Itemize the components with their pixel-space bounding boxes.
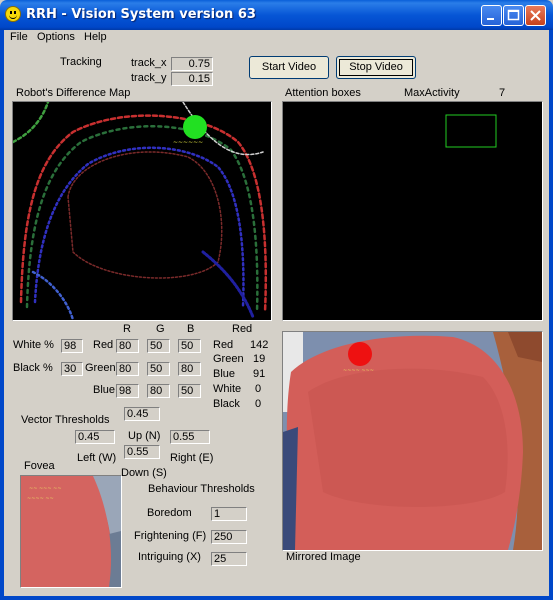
mirrored-image-view: ~~~~ ~~~	[282, 331, 543, 551]
track-y-field[interactable]: 0.15	[171, 72, 213, 86]
red-b-field[interactable]: 50	[178, 339, 201, 353]
stat-label-black: Black	[213, 398, 240, 410]
window-border-right	[549, 30, 553, 600]
boredom-label: Boredom	[147, 507, 192, 519]
header-g: G	[156, 323, 165, 335]
blue-g-field[interactable]: 80	[147, 384, 170, 398]
window-border-left	[0, 30, 4, 600]
right-label: Right (E)	[170, 452, 214, 464]
stat-value-black: 0	[255, 398, 262, 410]
green-b-field[interactable]: 80	[178, 362, 201, 376]
stat-label-white: White	[213, 383, 242, 395]
max-activity-label: MaxActivity	[404, 87, 460, 99]
tracking-marker-green	[183, 115, 207, 139]
green-r-field[interactable]: 80	[116, 362, 139, 376]
intriguing-label: Intriguing (X)	[138, 551, 201, 563]
stat-label-red: Red	[213, 339, 234, 351]
app-smiley-icon	[5, 6, 21, 22]
menu-bar: File Options Help	[4, 30, 549, 46]
attention-box	[445, 114, 497, 148]
menu-file[interactable]: File	[10, 31, 28, 43]
tracking-marker-red	[348, 342, 372, 366]
blue-r-field[interactable]: 98	[116, 384, 139, 398]
vector-thresholds-title: Vector Thresholds	[21, 414, 110, 426]
maximize-icon[interactable]	[503, 5, 524, 26]
max-activity-value: 7	[499, 87, 506, 99]
color-row-label-red: Red	[93, 339, 114, 351]
svg-text:~~~~~~: ~~~~~~	[173, 139, 203, 146]
black-percent-label: Black %	[13, 362, 53, 374]
difference-map: ~~~~~~	[12, 101, 272, 321]
header-b: B	[187, 323, 195, 335]
stat-value-white: 0	[255, 383, 262, 395]
attention-boxes-title: Attention boxes	[285, 87, 361, 99]
vector-threshold-right-field[interactable]: 0.55	[170, 430, 210, 444]
menu-help[interactable]: Help	[84, 31, 107, 43]
svg-text:~~ ~~~ ~~: ~~ ~~~ ~~	[29, 486, 62, 492]
vector-threshold-down-field[interactable]: 0.55	[124, 445, 160, 459]
svg-text:~~~~ ~~~: ~~~~ ~~~	[343, 368, 374, 374]
blue-b-field[interactable]: 50	[178, 384, 201, 398]
green-g-field[interactable]: 50	[147, 362, 170, 376]
mirrored-image-title: Mirrored Image	[286, 551, 361, 563]
header-r: R	[123, 323, 131, 335]
window-title: RRH - Vision System version 63	[26, 7, 256, 22]
minimize-icon[interactable]	[481, 5, 502, 26]
stat-label-green: Green	[213, 353, 244, 365]
fovea-view: ~~ ~~~ ~~ ~~~~ ~~	[20, 475, 122, 588]
color-row-label-blue: Blue	[93, 384, 116, 396]
boredom-field[interactable]: 1	[211, 507, 247, 521]
red-r-field[interactable]: 80	[116, 339, 139, 353]
stat-label-blue: Blue	[213, 368, 236, 380]
white-percent-label: White %	[13, 339, 54, 351]
up-label: Up (N)	[128, 430, 161, 442]
difference-map-title: Robot's Difference Map	[16, 87, 131, 99]
stat-value-red: 142	[250, 339, 269, 351]
behaviour-thresholds-title: Behaviour Thresholds	[148, 483, 255, 495]
white-percent-field[interactable]: 98	[61, 339, 83, 353]
stat-value-green: 19	[253, 353, 266, 365]
close-icon[interactable]	[525, 5, 546, 26]
track-y-label: track_y	[131, 72, 167, 84]
tracking-label: Tracking	[60, 56, 102, 68]
down-label: Down (S)	[121, 467, 167, 479]
red-g-field[interactable]: 50	[147, 339, 170, 353]
left-label: Left (W)	[77, 452, 117, 464]
attention-boxes-view	[282, 101, 543, 321]
color-row-label-green: Green	[85, 362, 116, 374]
frightening-label: Frightening (F)	[134, 530, 207, 542]
black-percent-field[interactable]: 30	[61, 362, 83, 376]
stop-video-button[interactable]: Stop Video	[336, 56, 416, 79]
stat-value-blue: 91	[253, 368, 266, 380]
vector-threshold-left-field[interactable]: 0.45	[75, 430, 115, 444]
fovea-title: Fovea	[24, 460, 55, 472]
menu-options[interactable]: Options	[37, 31, 75, 43]
window-border-bottom	[0, 596, 553, 600]
red-stats-title: Red	[232, 323, 253, 335]
track-x-label: track_x	[131, 57, 167, 69]
svg-text:~~~~ ~~: ~~~~ ~~	[27, 496, 54, 502]
frightening-field[interactable]: 250	[211, 530, 247, 544]
start-video-button[interactable]: Start Video	[249, 56, 329, 79]
vector-threshold-top-field[interactable]: 0.45	[124, 407, 160, 421]
intriguing-field[interactable]: 25	[211, 552, 247, 566]
track-x-field[interactable]: 0.75	[171, 57, 213, 71]
